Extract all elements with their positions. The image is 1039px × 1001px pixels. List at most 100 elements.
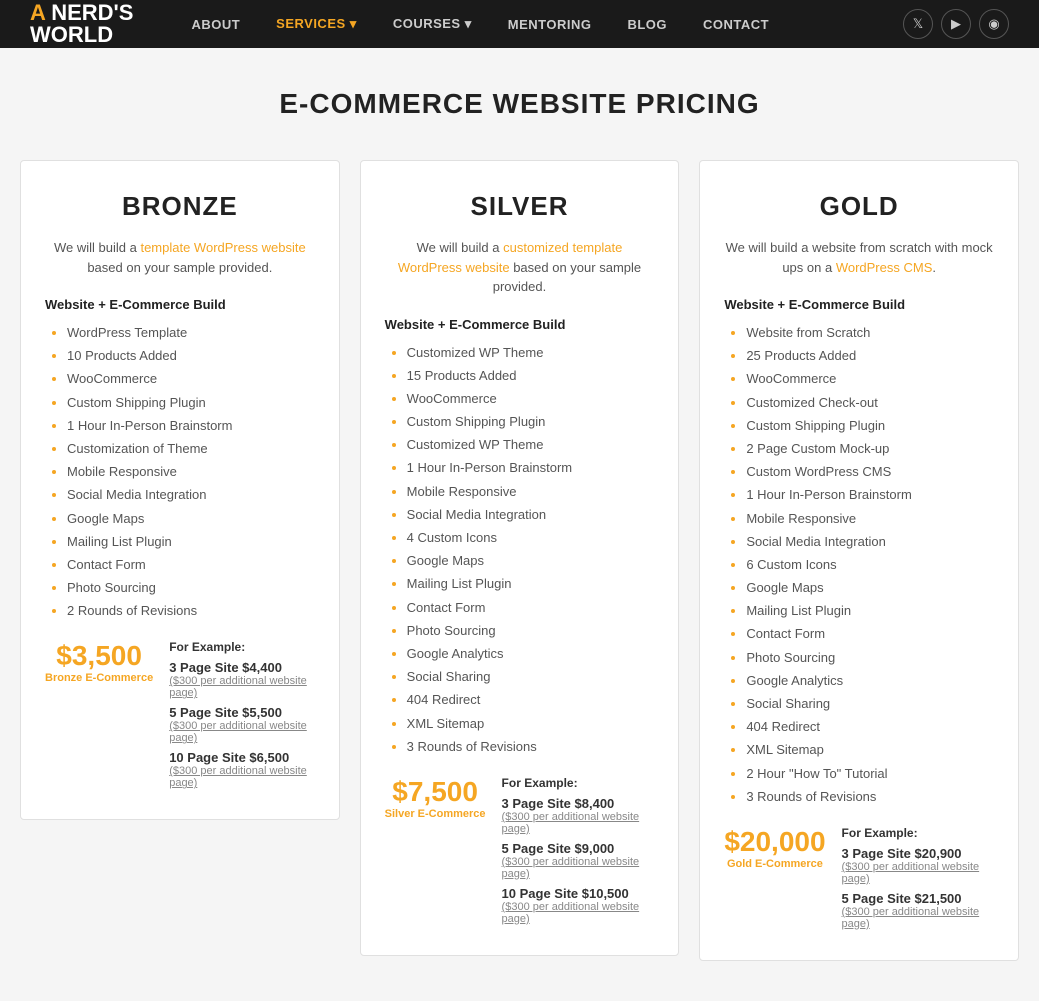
gold-example-header: For Example:: [842, 826, 994, 840]
silver-features: Customized WP Theme 15 Products Added Wo…: [385, 344, 655, 756]
bronze-example-3-sub: ($300 per additional website page): [169, 765, 314, 789]
silver-example-2-sub: ($300 per additional website page): [502, 856, 655, 880]
list-item: Contact Form: [67, 556, 315, 574]
nav-blog[interactable]: BLOG: [609, 0, 685, 48]
gold-example-1-sub: ($300 per additional website page): [842, 861, 994, 885]
list-item: 5 Page Site $5,500 ($300 per additional …: [169, 705, 314, 744]
list-item: Contact Form: [746, 625, 994, 643]
nav-services[interactable]: SERVICES ▾: [258, 0, 375, 48]
instagram-icon[interactable]: ◉: [979, 9, 1009, 39]
list-item: Photo Sourcing: [407, 622, 655, 640]
list-item: Social Sharing: [407, 668, 655, 686]
nav-links: ABOUT SERVICES ▾ COURSES ▾ MENTORING BLO…: [173, 0, 903, 48]
list-item: Google Maps: [407, 552, 655, 570]
nav-contact[interactable]: CONTACT: [685, 0, 787, 48]
list-item: 10 Products Added: [67, 347, 315, 365]
bronze-examples: For Example: 3 Page Site $4,400 ($300 pe…: [169, 640, 314, 795]
list-item: XML Sitemap: [746, 741, 994, 759]
list-item: 6 Custom Icons: [746, 556, 994, 574]
list-item: 10 Page Site $6,500 ($300 per additional…: [169, 750, 314, 789]
bronze-example-header: For Example:: [169, 640, 314, 654]
bronze-example-1: 3 Page Site $4,400: [169, 660, 314, 675]
list-item: WooCommerce: [407, 390, 655, 408]
list-item: 2 Hour "How To" Tutorial: [746, 765, 994, 783]
list-item: Mailing List Plugin: [407, 575, 655, 593]
bronze-title: BRONZE: [45, 191, 315, 222]
list-item: Mailing List Plugin: [67, 533, 315, 551]
silver-title: SILVER: [385, 191, 655, 222]
youtube-icon[interactable]: ▶: [941, 9, 971, 39]
main-nav: A NERD'SWORLD ABOUT SERVICES ▾ COURSES ▾…: [0, 0, 1039, 48]
list-item: Custom WordPress CMS: [746, 463, 994, 481]
list-item: Customized WP Theme: [407, 436, 655, 454]
list-item: Mobile Responsive: [67, 463, 315, 481]
list-item: Google Analytics: [407, 645, 655, 663]
list-item: Customization of Theme: [67, 440, 315, 458]
silver-link[interactable]: customized template WordPress website: [398, 240, 623, 275]
pricing-grid: BRONZE We will build a template WordPres…: [20, 160, 1019, 961]
gold-section-header: Website + E-Commerce Build: [724, 297, 994, 312]
silver-example-3: 10 Page Site $10,500: [502, 886, 655, 901]
gold-title: GOLD: [724, 191, 994, 222]
gold-features: Website from Scratch 25 Products Added W…: [724, 324, 994, 806]
silver-card: SILVER We will build a customized templa…: [360, 160, 680, 956]
silver-price-label: Silver E-Commerce: [385, 808, 486, 821]
silver-examples: For Example: 3 Page Site $8,400 ($300 pe…: [502, 776, 655, 931]
silver-pricing: $7,500 Silver E-Commerce For Example: 3 …: [385, 776, 655, 931]
list-item: 404 Redirect: [746, 718, 994, 736]
list-item: 1 Hour In-Person Brainstorm: [746, 486, 994, 504]
nav-mentoring[interactable]: MENTORING: [490, 0, 610, 48]
list-item: Customized Check-out: [746, 394, 994, 412]
list-item: Photo Sourcing: [746, 649, 994, 667]
list-item: Contact Form: [407, 599, 655, 617]
list-item: 3 Rounds of Revisions: [746, 788, 994, 806]
nav-about[interactable]: ABOUT: [173, 0, 258, 48]
list-item: 10 Page Site $10,500 ($300 per additiona…: [502, 886, 655, 925]
gold-examples: For Example: 3 Page Site $20,900 ($300 p…: [842, 826, 994, 936]
silver-example-1: 3 Page Site $8,400: [502, 796, 655, 811]
list-item: Mailing List Plugin: [746, 602, 994, 620]
list-item: Custom Shipping Plugin: [746, 417, 994, 435]
silver-example-header: For Example:: [502, 776, 655, 790]
list-item: 1 Hour In-Person Brainstorm: [67, 417, 315, 435]
list-item: Website from Scratch: [746, 324, 994, 342]
gold-price-label: Gold E-Commerce: [724, 858, 825, 871]
bronze-price-block: $3,500 Bronze E-Commerce: [45, 640, 153, 685]
gold-link[interactable]: WordPress CMS: [836, 260, 933, 275]
bronze-link[interactable]: template WordPress website: [140, 240, 305, 255]
list-item: Social Media Integration: [746, 533, 994, 551]
list-item: XML Sitemap: [407, 715, 655, 733]
list-item: Google Maps: [67, 510, 315, 528]
social-links: 𝕏 ▶ ◉: [903, 9, 1009, 39]
silver-price-block: $7,500 Silver E-Commerce: [385, 776, 486, 821]
gold-card: GOLD We will build a website from scratc…: [699, 160, 1019, 961]
silver-description: We will build a customized template Word…: [385, 238, 655, 297]
list-item: 2 Rounds of Revisions: [67, 602, 315, 620]
gold-price: $20,000: [724, 826, 825, 858]
gold-description: We will build a website from scratch wit…: [724, 238, 994, 277]
bronze-description: We will build a template WordPress websi…: [45, 238, 315, 277]
list-item: Mobile Responsive: [746, 510, 994, 528]
list-item: WooCommerce: [746, 370, 994, 388]
twitter-icon[interactable]: 𝕏: [903, 9, 933, 39]
list-item: 5 Page Site $9,000 ($300 per additional …: [502, 841, 655, 880]
silver-example-1-sub: ($300 per additional website page): [502, 811, 655, 835]
nav-courses[interactable]: COURSES ▾: [375, 0, 490, 48]
bronze-pricing: $3,500 Bronze E-Commerce For Example: 3 …: [45, 640, 315, 795]
list-item: Social Media Integration: [67, 486, 315, 504]
list-item: 4 Custom Icons: [407, 529, 655, 547]
list-item: 25 Products Added: [746, 347, 994, 365]
list-item: Google Maps: [746, 579, 994, 597]
bronze-card: BRONZE We will build a template WordPres…: [20, 160, 340, 820]
silver-price: $7,500: [385, 776, 486, 808]
gold-example-1: 3 Page Site $20,900: [842, 846, 994, 861]
list-item: 404 Redirect: [407, 691, 655, 709]
bronze-features: WordPress Template 10 Products Added Woo…: [45, 324, 315, 620]
list-item: Mobile Responsive: [407, 483, 655, 501]
list-item: WooCommerce: [67, 370, 315, 388]
list-item: Customized WP Theme: [407, 344, 655, 362]
list-item: 1 Hour In-Person Brainstorm: [407, 459, 655, 477]
site-logo[interactable]: A NERD'SWORLD: [30, 2, 133, 46]
bronze-section-header: Website + E-Commerce Build: [45, 297, 315, 312]
bronze-example-1-sub: ($300 per additional website page): [169, 675, 314, 699]
